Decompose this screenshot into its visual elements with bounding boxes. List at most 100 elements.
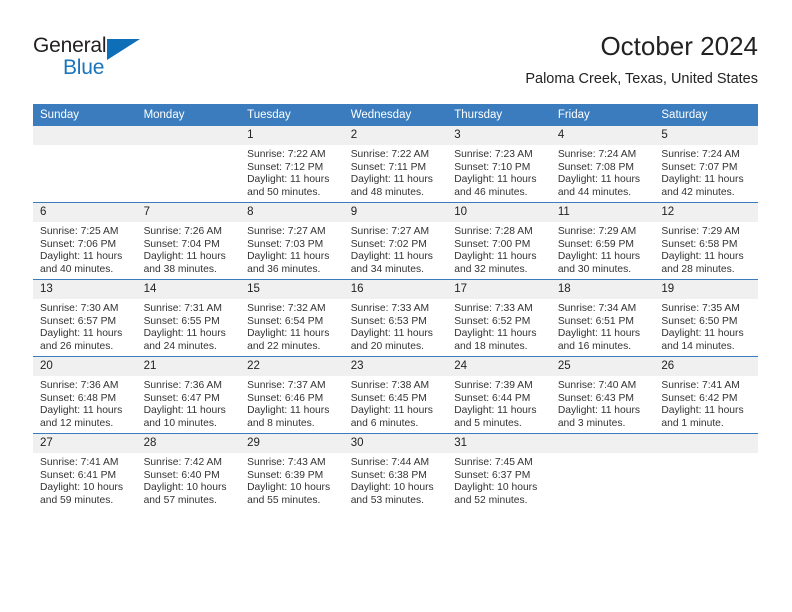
- calendar-day-cell[interactable]: 29 Sunrise: 7:43 AM Sunset: 6:39 PM Dayligh…: [240, 433, 344, 510]
- calendar-day-cell[interactable]: 31 Sunrise: 7:45 AM Sunset: 6:37 PM Dayligh…: [447, 433, 551, 510]
- sunset-time: Sunset: 6:44 PM: [454, 392, 531, 404]
- calendar-page: General Blue October 2024 Paloma Creek, …: [0, 0, 792, 612]
- calendar-day-cell-empty: [654, 433, 758, 510]
- sunrise-time: Sunrise: 7:29 AM: [661, 226, 740, 237]
- day-number: [33, 126, 137, 145]
- sunrise-time: Sunrise: 7:36 AM: [143, 380, 222, 391]
- daylight-duration-line1: Daylight: 11 hours: [247, 174, 330, 186]
- sunset-time: Sunset: 7:03 PM: [247, 238, 324, 250]
- calendar-day-cell[interactable]: 5 Sunrise: 7:24 AM Sunset: 7:07 PM Daylight…: [654, 126, 758, 203]
- calendar-day-cell[interactable]: 23 Sunrise: 7:38 AM Sunset: 6:45 PM Dayligh…: [343, 356, 448, 434]
- day-number: 31: [447, 434, 551, 453]
- day-details: Sunrise: 7:22 AM Sunset: 7:12 PM Daylight:…: [240, 145, 344, 199]
- calendar-day-cell[interactable]: 1 Sunrise: 7:22 AM Sunset: 7:12 PM Daylight…: [240, 126, 344, 203]
- page-subtitle: Paloma Creek, Texas, United States: [525, 71, 758, 87]
- general-blue-logo[interactable]: General Blue: [33, 34, 213, 86]
- day-number: 13: [33, 280, 137, 299]
- sunset-time: Sunset: 6:51 PM: [557, 315, 634, 327]
- day-details: Sunrise: 7:27 AM Sunset: 7:03 PM Daylight:…: [240, 222, 344, 276]
- calendar-day-cell[interactable]: 7 Sunrise: 7:26 AM Sunset: 7:04 PM Daylight…: [136, 202, 241, 280]
- calendar-day-cell[interactable]: 27 Sunrise: 7:41 AM Sunset: 6:41 PM Dayligh…: [33, 433, 137, 510]
- daylight-duration-line2: and 28 minutes.: [661, 263, 735, 275]
- daylight-duration-line2: and 26 minutes.: [40, 340, 114, 352]
- sunset-time: Sunset: 7:10 PM: [454, 161, 531, 173]
- day-details: Sunrise: 7:35 AM Sunset: 6:50 PM Daylight:…: [654, 299, 758, 353]
- calendar-day-cell[interactable]: 17 Sunrise: 7:33 AM Sunset: 6:52 PM Dayligh…: [447, 279, 551, 357]
- daylight-duration-line2: and 42 minutes.: [661, 186, 735, 198]
- day-details: Sunrise: 7:37 AM Sunset: 6:46 PM Daylight:…: [240, 376, 344, 430]
- daylight-duration-line2: and 1 minute.: [661, 417, 724, 429]
- sunset-time: Sunset: 6:41 PM: [40, 469, 117, 481]
- daylight-duration-line1: Daylight: 10 hours: [247, 482, 331, 494]
- calendar-day-cell[interactable]: 24 Sunrise: 7:39 AM Sunset: 6:44 PM Dayligh…: [447, 356, 551, 434]
- calendar-day-cell[interactable]: 20 Sunrise: 7:36 AM Sunset: 6:48 PM Dayligh…: [33, 356, 137, 434]
- day-number: 24: [447, 357, 551, 376]
- daylight-duration-line1: Daylight: 11 hours: [557, 251, 641, 263]
- calendar-day-cell[interactable]: 25 Sunrise: 7:40 AM Sunset: 6:43 PM Dayligh…: [550, 356, 655, 434]
- calendar-day-cell[interactable]: 21 Sunrise: 7:36 AM Sunset: 6:47 PM Dayligh…: [136, 356, 241, 434]
- calendar-table: Sunday Monday Tuesday Wednesday Thursday Frid…: [33, 104, 758, 510]
- weekday-header-friday: Friday: [550, 104, 655, 126]
- day-number: 22: [240, 357, 344, 376]
- calendar-day-cell[interactable]: 16 Sunrise: 7:33 AM Sunset: 6:53 PM Dayligh…: [343, 279, 448, 357]
- daylight-duration-line2: and 55 minutes.: [247, 494, 321, 506]
- calendar-day-cell[interactable]: 3 Sunrise: 7:23 AM Sunset: 7:10 PM Daylight…: [447, 126, 551, 203]
- calendar-day-cell[interactable]: 26 Sunrise: 7:41 AM Sunset: 6:42 PM Dayligh…: [654, 356, 758, 434]
- daylight-duration-line1: Daylight: 11 hours: [661, 251, 744, 263]
- calendar-week-row: 6 Sunrise: 7:25 AM Sunset: 7:06 PM Daylight…: [33, 202, 758, 280]
- calendar-day-cell[interactable]: 9 Sunrise: 7:27 AM Sunset: 7:02 PM Daylight…: [343, 202, 448, 280]
- day-number: 5: [654, 126, 758, 145]
- day-number: 1: [240, 126, 344, 145]
- calendar-day-cell[interactable]: 4 Sunrise: 7:24 AM Sunset: 7:08 PM Daylight…: [550, 126, 655, 203]
- calendar-day-cell[interactable]: 14 Sunrise: 7:31 AM Sunset: 6:55 PM Dayligh…: [136, 279, 241, 357]
- daylight-duration-line1: Daylight: 11 hours: [247, 405, 330, 417]
- sunrise-time: Sunrise: 7:38 AM: [350, 380, 430, 391]
- sunset-time: Sunset: 7:02 PM: [350, 238, 427, 250]
- day-number: 2: [343, 126, 448, 145]
- daylight-duration-line1: Daylight: 11 hours: [143, 328, 226, 340]
- day-details: Sunrise: 7:32 AM Sunset: 6:54 PM Daylight:…: [240, 299, 344, 353]
- calendar-day-cell[interactable]: 6 Sunrise: 7:25 AM Sunset: 7:06 PM Daylight…: [33, 202, 137, 280]
- sunrise-time: Sunrise: 7:45 AM: [454, 457, 533, 468]
- day-details: [654, 453, 758, 457]
- daylight-duration-line2: and 14 minutes.: [661, 340, 735, 352]
- calendar-day-cell[interactable]: 22 Sunrise: 7:37 AM Sunset: 6:46 PM Dayligh…: [240, 356, 344, 434]
- daylight-duration-line1: Daylight: 10 hours: [40, 482, 123, 494]
- day-details: Sunrise: 7:26 AM Sunset: 7:04 PM Daylight:…: [137, 222, 241, 276]
- daylight-duration-line2: and 20 minutes.: [350, 340, 424, 352]
- daylight-duration-line1: Daylight: 11 hours: [350, 174, 433, 186]
- day-number: 21: [136, 357, 241, 376]
- calendar-week-row: 13 Sunrise: 7:30 AM Sunset: 6:57 PM Dayligh…: [33, 279, 758, 357]
- sunrise-time: Sunrise: 7:29 AM: [557, 226, 637, 237]
- logo-text-blue: Blue: [63, 56, 105, 79]
- calendar-day-cell[interactable]: 10 Sunrise: 7:28 AM Sunset: 7:00 PM Dayligh…: [447, 202, 551, 280]
- calendar-day-cell[interactable]: 2 Sunrise: 7:22 AM Sunset: 7:11 PM Daylight…: [343, 126, 448, 203]
- weekday-header-saturday: Saturday: [654, 104, 758, 126]
- day-details: Sunrise: 7:23 AM Sunset: 7:10 PM Daylight:…: [447, 145, 551, 199]
- day-details: Sunrise: 7:25 AM Sunset: 7:06 PM Daylight:…: [33, 222, 137, 276]
- day-number: [550, 434, 655, 453]
- calendar-day-cell[interactable]: 30 Sunrise: 7:44 AM Sunset: 6:38 PM Dayligh…: [343, 433, 448, 510]
- day-details: Sunrise: 7:36 AM Sunset: 6:48 PM Daylight:…: [33, 376, 137, 430]
- sunrise-time: Sunrise: 7:37 AM: [247, 380, 326, 391]
- calendar-day-cell[interactable]: 18 Sunrise: 7:34 AM Sunset: 6:51 PM Dayligh…: [550, 279, 655, 357]
- day-details: Sunrise: 7:42 AM Sunset: 6:40 PM Daylight:…: [137, 453, 241, 507]
- calendar-day-cell[interactable]: 13 Sunrise: 7:30 AM Sunset: 6:57 PM Dayligh…: [33, 279, 137, 357]
- sunrise-time: Sunrise: 7:27 AM: [247, 226, 326, 237]
- calendar-day-cell[interactable]: 12 Sunrise: 7:29 AM Sunset: 6:58 PM Dayligh…: [654, 202, 758, 280]
- day-details: Sunrise: 7:31 AM Sunset: 6:55 PM Daylight:…: [137, 299, 241, 353]
- weekday-header-sunday: Sunday: [33, 104, 137, 126]
- calendar-day-cell[interactable]: 15 Sunrise: 7:32 AM Sunset: 6:54 PM Dayligh…: [240, 279, 344, 357]
- day-details: Sunrise: 7:29 AM Sunset: 6:59 PM Daylight:…: [551, 222, 655, 276]
- calendar-day-cell[interactable]: 11 Sunrise: 7:29 AM Sunset: 6:59 PM Dayligh…: [550, 202, 655, 280]
- day-number: 3: [447, 126, 551, 145]
- calendar-day-cell[interactable]: 19 Sunrise: 7:35 AM Sunset: 6:50 PM Dayligh…: [654, 279, 758, 357]
- day-details: Sunrise: 7:30 AM Sunset: 6:57 PM Daylight:…: [33, 299, 137, 353]
- daylight-duration-line1: Daylight: 11 hours: [40, 328, 123, 340]
- daylight-duration-line1: Daylight: 11 hours: [247, 328, 330, 340]
- page-header: General Blue October 2024 Paloma Creek, …: [33, 30, 758, 96]
- page-title: October 2024: [600, 31, 758, 61]
- calendar-day-cell[interactable]: 28 Sunrise: 7:42 AM Sunset: 6:40 PM Dayligh…: [136, 433, 241, 510]
- calendar-day-cell[interactable]: 8 Sunrise: 7:27 AM Sunset: 7:03 PM Daylight…: [240, 202, 344, 280]
- sunrise-time: Sunrise: 7:24 AM: [661, 149, 740, 160]
